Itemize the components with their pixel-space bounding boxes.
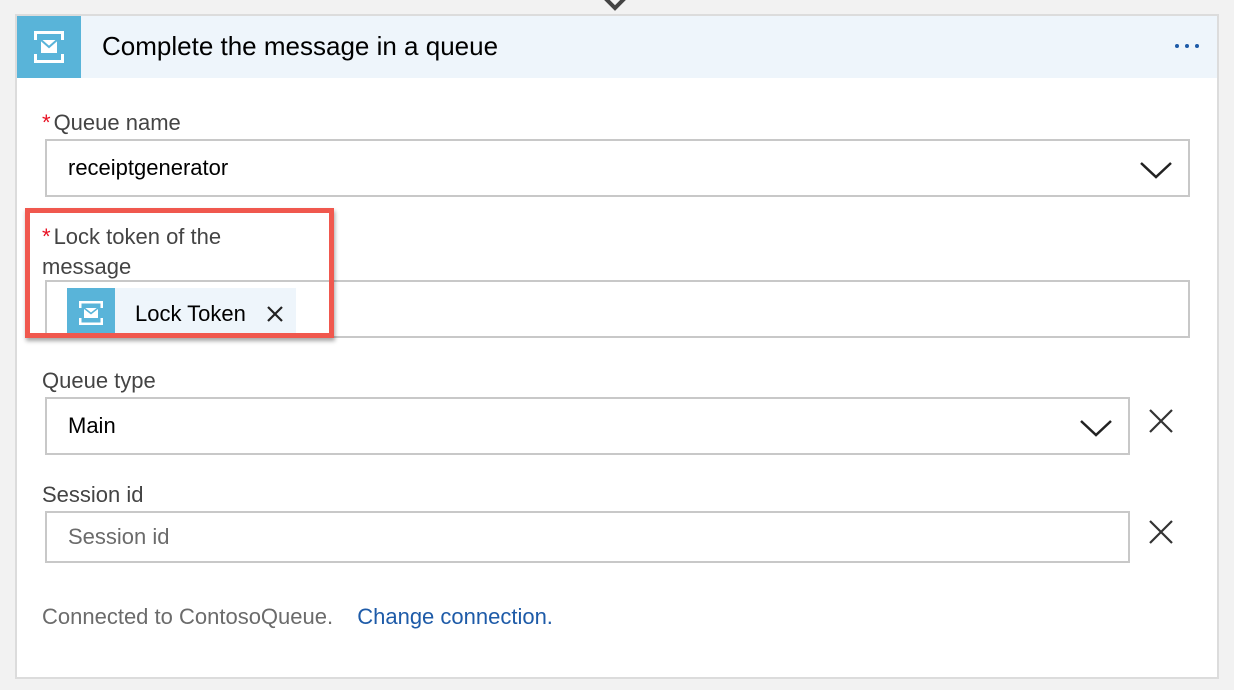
- connection-status: Connected to ContosoQueue.: [42, 604, 334, 629]
- queue-name-label: * Queue name: [42, 108, 181, 138]
- queue-type-label: Queue type: [42, 368, 156, 393]
- action-card: Complete the message in a queue * Queue n…: [15, 14, 1219, 679]
- queue-name-label-text: Queue name: [53, 110, 181, 135]
- connection-footer: Connected to ContosoQueue. Change connec…: [42, 604, 553, 630]
- clear-queue-type-icon[interactable]: [1147, 407, 1175, 435]
- queue-name-dropdown[interactable]: receiptgenerator: [45, 139, 1190, 197]
- service-bus-queue-icon: [17, 16, 81, 78]
- lock-token-pill-label: Lock Token: [135, 301, 246, 326]
- change-connection-link[interactable]: Change connection.: [357, 604, 553, 629]
- session-id-placeholder: Session id: [68, 524, 170, 549]
- lock-token-pill[interactable]: Lock Token: [67, 288, 296, 338]
- session-id-label: Session id: [42, 482, 144, 507]
- queue-type-dropdown[interactable]: Main: [45, 397, 1130, 455]
- more-options-icon[interactable]: [1167, 26, 1207, 66]
- remove-token-icon[interactable]: [265, 304, 285, 324]
- service-bus-queue-icon: [67, 288, 115, 338]
- lock-token-label-line1: Lock token of the: [53, 224, 222, 249]
- lock-token-label: * Lock token of the message: [42, 222, 221, 282]
- required-indicator: *: [42, 110, 51, 135]
- required-indicator: *: [42, 224, 51, 249]
- chevron-down-icon[interactable]: [1079, 418, 1113, 438]
- session-id-input[interactable]: Session id: [45, 511, 1130, 563]
- card-header[interactable]: Complete the message in a queue: [17, 16, 1217, 78]
- lock-token-label-line2: message: [42, 254, 132, 279]
- queue-name-value: receiptgenerator: [68, 155, 229, 180]
- flow-connector-arrow-icon: [604, 0, 626, 11]
- queue-type-value: Main: [68, 413, 116, 438]
- chevron-down-icon[interactable]: [1139, 160, 1173, 180]
- clear-session-id-icon[interactable]: [1147, 518, 1175, 546]
- lock-token-input[interactable]: Lock Token: [45, 280, 1190, 338]
- card-title: Complete the message in a queue: [102, 31, 499, 61]
